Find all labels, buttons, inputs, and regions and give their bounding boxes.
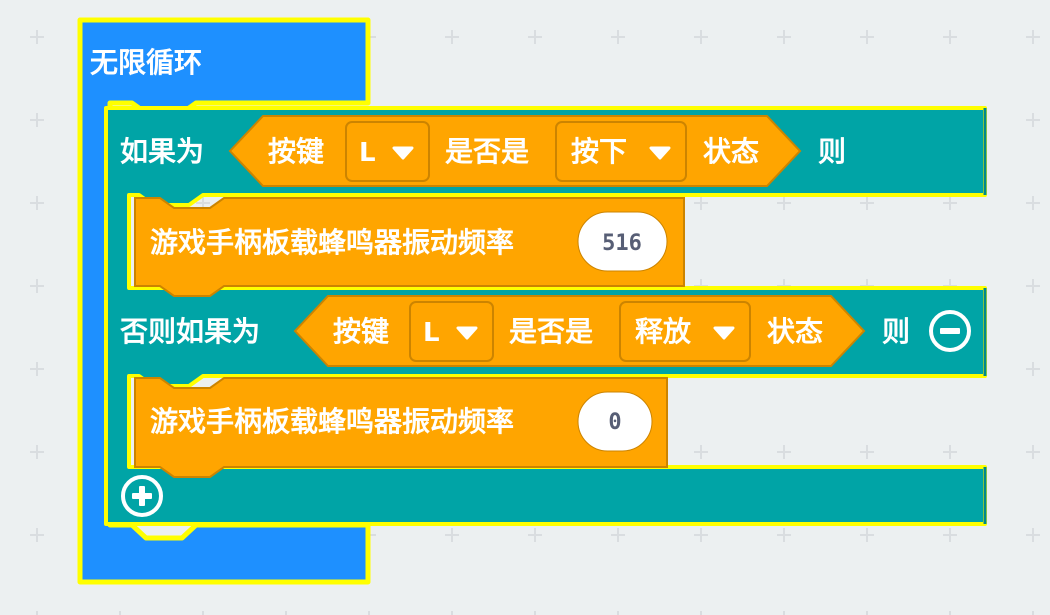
- if-label: 如果为: [120, 135, 204, 168]
- gamepad-buzzer-block[interactable]: 游戏手柄板载蜂鸣器振动频率 516: [134, 197, 685, 297]
- else-if-label: 否则如果为: [120, 315, 260, 348]
- state-dropdown[interactable]: 按下: [555, 121, 687, 182]
- key-label: 按键: [333, 315, 389, 348]
- state-dropdown[interactable]: 释放: [619, 301, 751, 362]
- key-label: 按键: [268, 135, 324, 168]
- frequency-value: 0: [608, 410, 621, 435]
- state-label: 状态: [703, 135, 759, 168]
- state-dropdown-value: 释放: [635, 315, 692, 348]
- forever-block-label: 无限循环: [90, 46, 202, 79]
- statement-label: 游戏手柄板载蜂鸣器振动频率: [150, 226, 514, 259]
- condition-button-released[interactable]: 按键 L 是否是 释放 状态: [293, 295, 866, 367]
- condition-button-pressed[interactable]: 按键 L 是否是 按下 状态: [228, 115, 802, 187]
- state-dropdown-value: 按下: [571, 135, 627, 168]
- block-workspace[interactable]: 无限循环 如果为 按键 L 是否是 按下 状态 则 游戏手柄板载蜂鸣器振动频率 …: [0, 0, 1050, 615]
- then-label: 则: [882, 315, 910, 348]
- state-label: 状态: [767, 315, 823, 348]
- then-label: 则: [818, 135, 846, 168]
- is-label: 是否是: [445, 135, 529, 168]
- frequency-value: 516: [602, 231, 642, 256]
- key-dropdown-value: L: [359, 138, 376, 168]
- frequency-input[interactable]: 516: [577, 211, 668, 272]
- frequency-input[interactable]: 0: [577, 391, 653, 452]
- gamepad-buzzer-block[interactable]: 游戏手柄板载蜂鸣器振动频率 0: [134, 377, 668, 478]
- is-label: 是否是: [509, 315, 593, 348]
- statement-label: 游戏手柄板载蜂鸣器振动频率: [150, 405, 514, 438]
- key-dropdown[interactable]: L: [409, 301, 494, 362]
- key-dropdown[interactable]: L: [345, 121, 430, 182]
- key-dropdown-value: L: [423, 318, 440, 348]
